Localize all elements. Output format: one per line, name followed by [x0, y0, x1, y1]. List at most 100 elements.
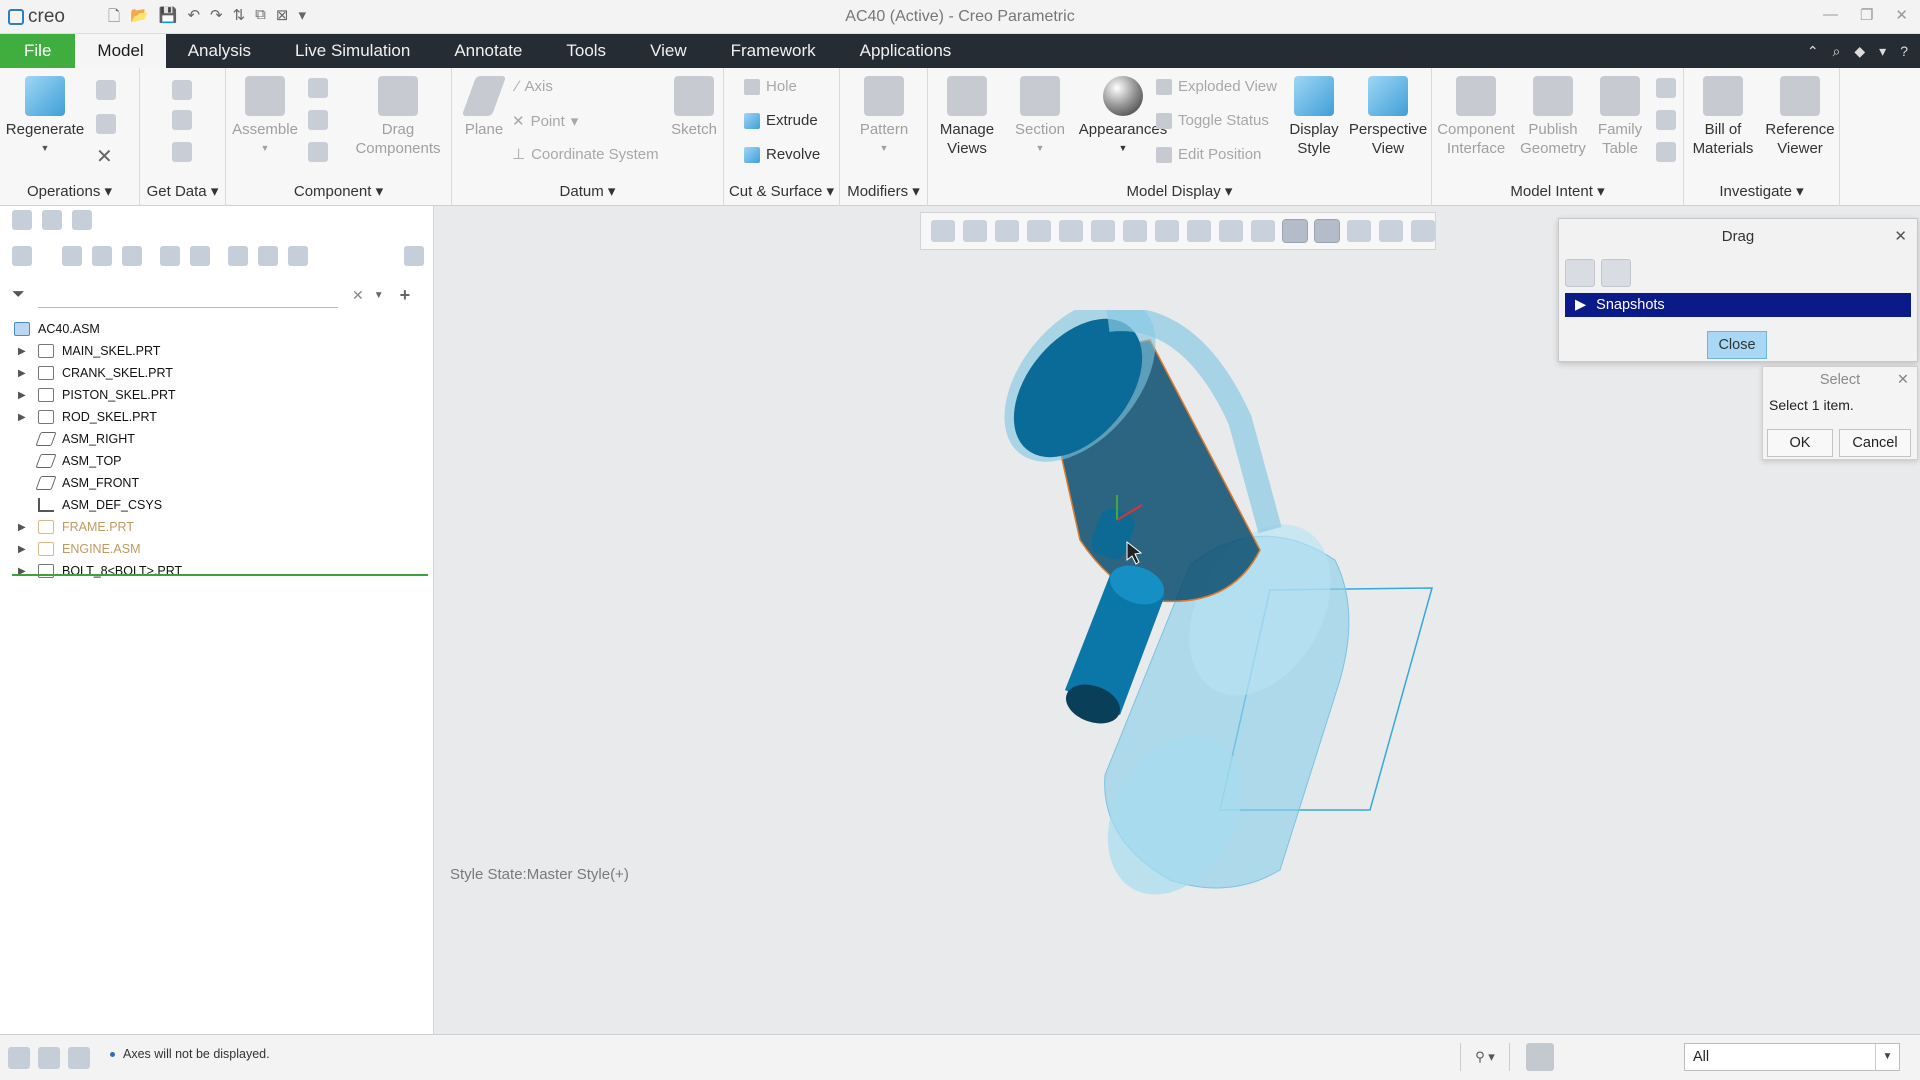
- tree-columns-icon[interactable]: [92, 246, 112, 266]
- tab-framework[interactable]: Framework: [709, 34, 838, 68]
- tree-item[interactable]: ▶ ROD_SKEL.PRT: [0, 406, 434, 428]
- edit-position-button[interactable]: Edit Position: [1156, 146, 1261, 163]
- tree-item[interactable]: ▶ ENGINE.ASM: [0, 538, 434, 560]
- tree-item[interactable]: ▶ CRANK_SKEL.PRT: [0, 362, 434, 384]
- snapshots-section[interactable]: ▶ Snapshots: [1565, 293, 1911, 317]
- drag-components-button[interactable]: Drag Components: [350, 76, 446, 158]
- tree-table-icon[interactable]: [122, 246, 142, 266]
- investigate-group-label[interactable]: Investigate ▾: [1684, 182, 1839, 200]
- customize-qat-icon[interactable]: ▾: [298, 6, 306, 31]
- selection-buffer-icon[interactable]: [1526, 1043, 1554, 1071]
- filter-dropdown-icon[interactable]: ▼: [374, 290, 384, 301]
- axis-button[interactable]: ∕ Axis: [516, 78, 553, 95]
- warning-icon[interactable]: [1347, 220, 1371, 242]
- expand-arrow-icon[interactable]: ▶: [18, 522, 32, 533]
- component-interface-button[interactable]: Component Interface: [1436, 76, 1516, 158]
- section-button[interactable]: Section ▼: [1008, 76, 1072, 158]
- cut-surface-group-label[interactable]: Cut & Surface ▾: [724, 182, 839, 200]
- bill-of-materials-button[interactable]: Bill of Materials: [1688, 76, 1758, 158]
- close-icon[interactable]: ✕: [1897, 367, 1909, 393]
- datum-group-label[interactable]: Datum ▾: [452, 182, 723, 200]
- delete-icon[interactable]: ✕: [96, 144, 113, 169]
- close-icon[interactable]: ✕: [1894, 219, 1907, 255]
- spin-center-icon[interactable]: [1282, 219, 1308, 243]
- sketch-button[interactable]: Sketch: [666, 76, 722, 139]
- reference-viewer-button[interactable]: Reference Viewer: [1762, 76, 1838, 158]
- switch-dimensions-icon[interactable]: [1656, 110, 1676, 130]
- tab-analysis[interactable]: Analysis: [166, 34, 273, 68]
- revolve-button[interactable]: Revolve: [744, 146, 820, 163]
- close-icon[interactable]: ✕: [1895, 6, 1908, 24]
- perspective-icon[interactable]: [1155, 220, 1179, 242]
- expand-triangle-icon[interactable]: ▶: [1575, 297, 1586, 313]
- modifiers-group-label[interactable]: Modifiers ▾: [840, 182, 927, 200]
- tree-item[interactable]: ASM_TOP: [0, 450, 434, 472]
- exploded-view-button[interactable]: Exploded View: [1156, 78, 1277, 95]
- 3d-model-view[interactable]: [960, 310, 1460, 910]
- view-manager-icon[interactable]: [1123, 220, 1147, 242]
- display-style-button[interactable]: Display Style: [1284, 76, 1344, 158]
- clear-filter-icon[interactable]: ✕: [352, 287, 364, 304]
- tree-item[interactable]: ▶ FRAME.PRT: [0, 516, 434, 538]
- toggle-status-button[interactable]: Toggle Status: [1156, 112, 1269, 129]
- copy-icon[interactable]: [96, 80, 116, 100]
- shrinkwrap-icon[interactable]: [172, 142, 192, 162]
- zoom-out-icon[interactable]: [995, 220, 1019, 242]
- drag-close-button[interactable]: Close: [1707, 331, 1767, 359]
- collapse-ribbon-icon[interactable]: ⌃: [1807, 43, 1819, 60]
- plane-button[interactable]: Plane: [456, 76, 512, 139]
- tree-item[interactable]: ▶ PISTON_SKEL.PRT: [0, 384, 434, 406]
- regenerate-button[interactable]: Regenerate ▼: [4, 76, 86, 158]
- redo-icon[interactable]: ↷: [210, 6, 223, 31]
- tab-view[interactable]: View: [628, 34, 709, 68]
- ok-button[interactable]: OK: [1767, 429, 1833, 457]
- cancel-button[interactable]: Cancel: [1839, 429, 1911, 457]
- get-data-group-label[interactable]: Get Data ▾: [140, 182, 225, 200]
- relations-icon[interactable]: [1656, 78, 1676, 98]
- tree-item[interactable]: ▶ MAIN_SKEL.PRT: [0, 340, 434, 362]
- new-file-icon[interactable]: 🗋: [108, 6, 120, 31]
- component-group-label[interactable]: Component ▾: [226, 182, 451, 200]
- refit-icon[interactable]: [931, 220, 955, 242]
- display-style-icon[interactable]: [1059, 220, 1083, 242]
- expand-arrow-icon[interactable]: ▶: [18, 368, 32, 379]
- save-icon[interactable]: 💾: [159, 6, 178, 31]
- minimize-icon[interactable]: —: [1823, 6, 1838, 24]
- section-icon[interactable]: [1187, 220, 1211, 242]
- find-button[interactable]: ⚲ ▾: [1460, 1043, 1510, 1071]
- body-drag-icon[interactable]: [1601, 259, 1631, 287]
- tree-list-icon[interactable]: [62, 246, 82, 266]
- expand-arrow-icon[interactable]: ▶: [18, 544, 32, 555]
- windows-icon[interactable]: ⧉: [255, 6, 266, 31]
- parameters-icon[interactable]: [1656, 142, 1676, 162]
- chevron-down-icon[interactable]: ▼: [1875, 1044, 1899, 1070]
- tab-model[interactable]: Model: [75, 34, 166, 68]
- insert-here-indicator[interactable]: [12, 574, 428, 576]
- point-button[interactable]: ✕ Point ▾: [512, 112, 578, 131]
- settings-gear-icon[interactable]: [228, 246, 248, 266]
- tree-item[interactable]: ASM_RIGHT: [0, 428, 434, 450]
- hole-button[interactable]: Hole: [744, 78, 797, 95]
- learning-icon[interactable]: ◆: [1854, 43, 1865, 60]
- assemble-button[interactable]: Assemble ▼: [230, 76, 300, 158]
- details-icon[interactable]: [404, 246, 424, 266]
- point-drag-icon[interactable]: [1565, 259, 1595, 287]
- tab-annotate[interactable]: Annotate: [432, 34, 544, 68]
- model-tree-tab-icon[interactable]: [12, 210, 32, 230]
- layers-icon[interactable]: [258, 246, 278, 266]
- regenerate-small-icon[interactable]: ⇅: [233, 6, 246, 31]
- tab-file[interactable]: File: [0, 34, 76, 68]
- paste-icon[interactable]: [96, 114, 116, 134]
- search-icon[interactable]: ⌕: [1833, 43, 1841, 60]
- datum-display-icon[interactable]: [1219, 220, 1243, 242]
- pause-icon[interactable]: [1379, 220, 1403, 242]
- model-display-group-label[interactable]: Model Display ▾: [928, 182, 1431, 200]
- tab-live-simulation[interactable]: Live Simulation: [273, 34, 432, 68]
- pattern-button[interactable]: Pattern ▼: [844, 76, 924, 158]
- manage-views-button[interactable]: Manage Views: [932, 76, 1002, 158]
- perspective-view-button[interactable]: Perspective View: [1346, 76, 1430, 158]
- tab-tools[interactable]: Tools: [544, 34, 628, 68]
- restore-icon[interactable]: ❐: [1860, 6, 1873, 24]
- extrude-button[interactable]: Extrude: [744, 112, 818, 129]
- publish-geometry-button[interactable]: Publish Geometry: [1518, 76, 1588, 158]
